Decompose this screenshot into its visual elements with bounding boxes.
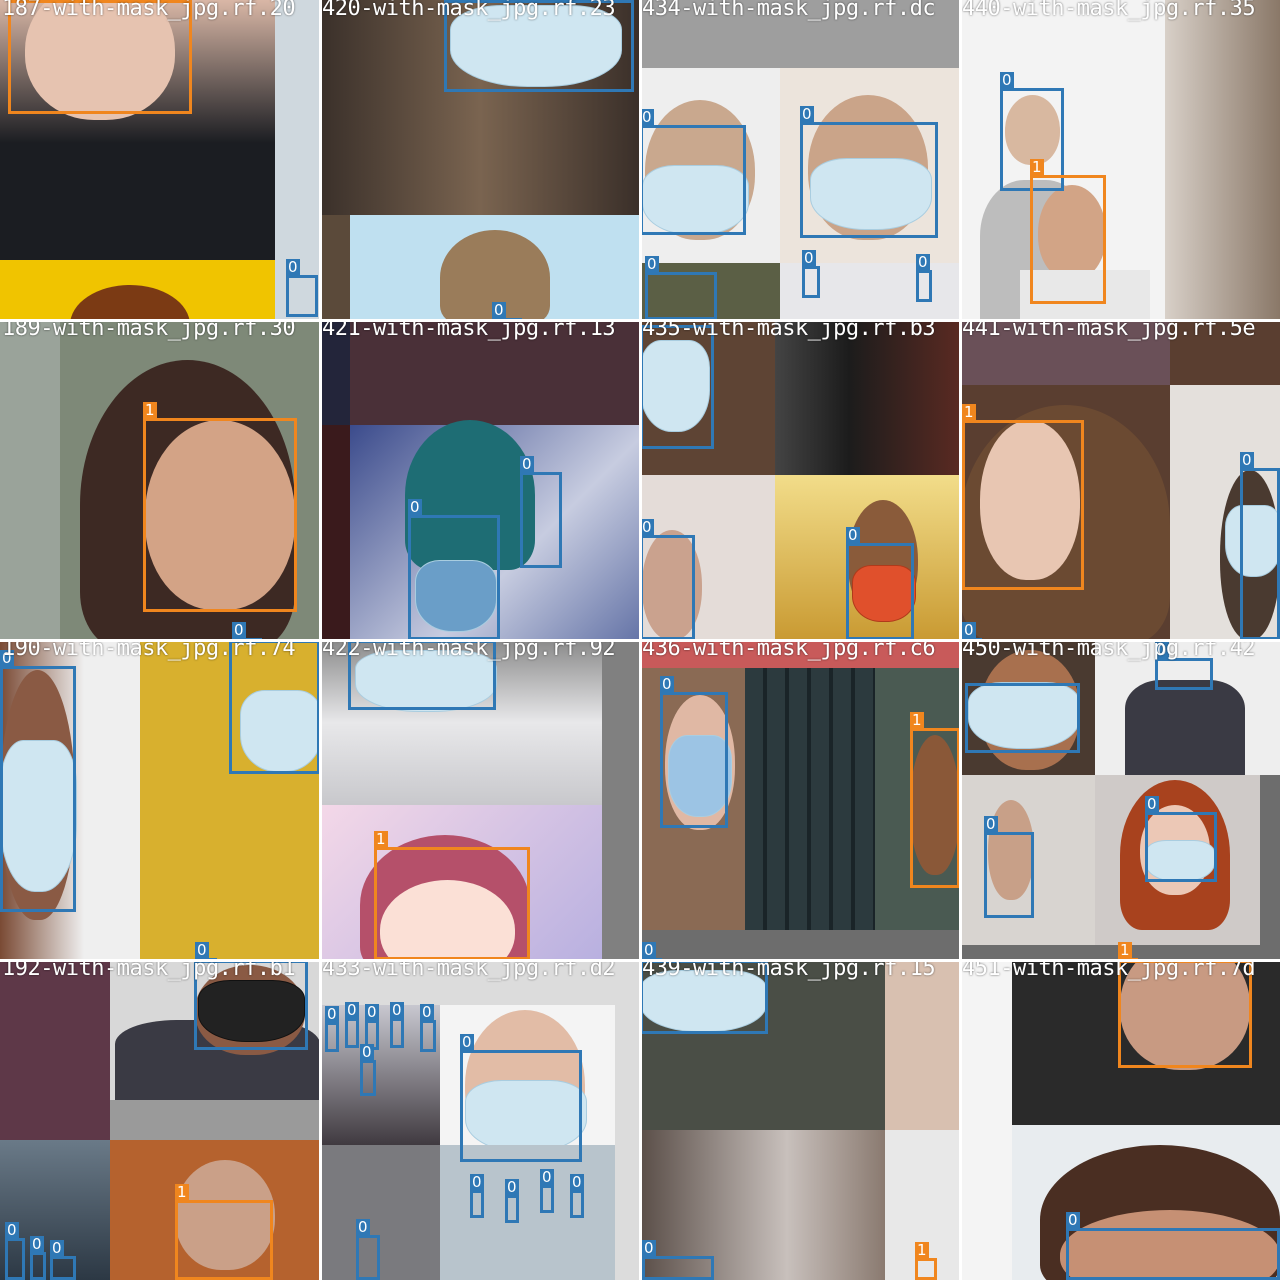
detection-box: 0 [408, 499, 500, 640]
detection-box: 0 [520, 456, 562, 568]
tile-label: 192-with-mask_jpg.rf.b1 [2, 960, 296, 981]
tile-label: 434-with-mask_jpg.rf.dc [642, 0, 936, 21]
detection-box: 0 [1155, 642, 1213, 690]
tile-label: 420-with-mask_jpg.rf.23 [322, 0, 616, 21]
tile-label: 439-with-mask_jpg.rf.15 [642, 960, 936, 981]
photo [775, 320, 960, 475]
detection-box: 0 [0, 650, 76, 912]
photo [602, 640, 640, 960]
tile: 421-with-mask_jpg.rf.13 0 0 [320, 320, 640, 640]
photo [885, 960, 960, 1130]
detection-box: 0 [802, 250, 820, 298]
detection-box: 0 [505, 1179, 519, 1223]
detection-box: 0 [5, 1222, 25, 1280]
tile-label: 436-with-mask_jpg.rf.c6 [642, 640, 936, 661]
detection-box: 0 [640, 109, 746, 235]
photo [0, 320, 60, 640]
tile-label: 421-with-mask_jpg.rf.13 [322, 320, 616, 341]
tile: 450-with-mask_jpg.rf.42 0 0 0 1 [960, 640, 1280, 960]
tile: 435-with-mask_jpg.rf.b3 0 0 [640, 320, 960, 640]
tile: 451-with-mask_jpg.rf.7d 1 0 [960, 960, 1280, 1280]
tile-label: 189-with-mask_jpg.rf.30 [2, 320, 296, 341]
photo [320, 1145, 440, 1280]
detection-box: 0 [540, 1169, 554, 1213]
detection-box: 0 [846, 527, 914, 640]
detection-box: 0 [420, 1004, 436, 1052]
photo [1125, 680, 1245, 775]
tile: 190-with-mask_jpg.rf.74 0 0 [0, 640, 320, 960]
detection-box: 1 [962, 404, 1084, 590]
detection-box: 0 [470, 1174, 484, 1218]
photo [745, 668, 875, 930]
photo [1165, 0, 1280, 320]
tile: 436-with-mask_jpg.rf.c6 0 1 0 [640, 640, 960, 960]
tile-label: 422-with-mask_jpg.rf.92 [322, 640, 616, 661]
tile-label: 433-with-mask_jpg.rf.d2 [322, 960, 616, 981]
tile: 192-with-mask_jpg.rf.b1 0 1 0 0 0 [0, 960, 320, 1280]
tile: 440-with-mask_jpg.rf.35 0 1 [960, 0, 1280, 320]
detection-box: 1 [915, 1242, 937, 1280]
detection-box: 0 [645, 256, 717, 320]
tile-label: 441-with-mask_jpg.rf.5e [962, 320, 1256, 341]
detection-box: 0 [800, 106, 938, 238]
tile-label: 451-with-mask_jpg.rf.7d [962, 960, 1256, 981]
photo [320, 425, 350, 640]
detection-box: 1 [374, 831, 530, 960]
detection-box: 0 [460, 1034, 582, 1162]
detection-box: 0 [660, 676, 728, 828]
detection-box: 0 [30, 1236, 46, 1280]
detection-box: 1 [1030, 159, 1106, 304]
detection-box: 0 [390, 1002, 404, 1048]
detection-box: 0 [570, 1174, 584, 1218]
detection-box: 0 [642, 1240, 714, 1280]
tile: 439-with-mask_jpg.rf.15 0 1 [640, 960, 960, 1280]
grid-divider [0, 639, 1280, 642]
tile: 441-with-mask_jpg.rf.5e 1 0 0 [960, 320, 1280, 640]
detection-box [640, 325, 714, 449]
detection-box: 0 [1145, 796, 1217, 882]
tile-label: 187-with-mask_jpg.rf.20 [2, 0, 296, 21]
detection-box [965, 683, 1080, 753]
detection-box: 0 [916, 254, 932, 302]
tile-label: 435-with-mask_jpg.rf.b3 [642, 320, 936, 341]
detection-box: 0 [1066, 1212, 1280, 1280]
detection-box: 1 [910, 712, 960, 888]
grid-divider [0, 319, 1280, 322]
tile: 422-with-mask_jpg.rf.92 0 1 [320, 640, 640, 960]
mosaic-grid: 187-with-mask_jpg.rf.20 1 0 420-with-mas… [0, 0, 1280, 1280]
tile: 433-with-mask_jpg.rf.d2 0 0 0 0 0 0 0 0 … [320, 960, 640, 1280]
detection-box: 0 [360, 1044, 376, 1096]
photo [640, 930, 960, 960]
detection-box: 0 [640, 519, 695, 640]
detection-box: 0 [345, 1002, 359, 1048]
photo [0, 960, 110, 1140]
detection-box: 1 [143, 402, 297, 612]
grid-divider [0, 959, 1280, 962]
photo [440, 1145, 615, 1280]
detection-box: 0 [50, 1240, 76, 1280]
detection-box: 0 [984, 816, 1034, 918]
detection-box: 1 [175, 1184, 273, 1280]
detection-box: 0 [325, 1006, 339, 1052]
tile: 189-with-mask_jpg.rf.30 1 0 [0, 320, 320, 640]
detection-box: 0 [356, 1219, 380, 1280]
tile: 187-with-mask_jpg.rf.20 1 0 [0, 0, 320, 320]
detection-box: 0 [1240, 452, 1280, 640]
tile-label: 450-with-mask_jpg.rf.42 [962, 640, 1256, 661]
tile-label: 440-with-mask_jpg.rf.35 [962, 0, 1256, 21]
tile: 434-with-mask_jpg.rf.dc 0 0 0 0 0 [640, 0, 960, 320]
photo [960, 960, 1012, 1280]
tile: 420-with-mask_jpg.rf.23 0 [320, 0, 640, 320]
tile-label: 190-with-mask_jpg.rf.74 [2, 640, 296, 661]
detection-box: 0 [286, 259, 318, 317]
